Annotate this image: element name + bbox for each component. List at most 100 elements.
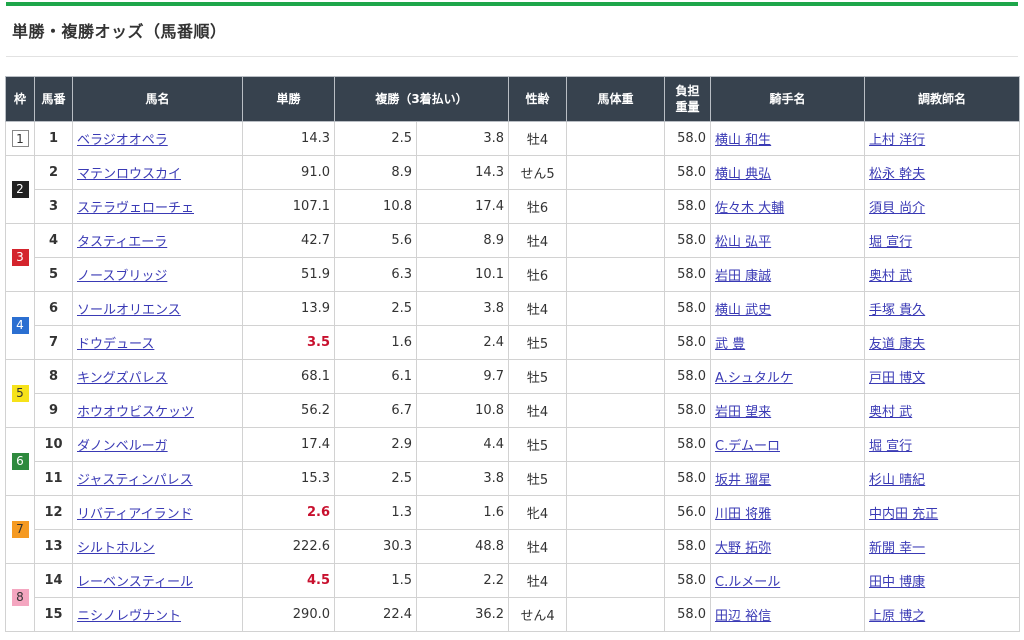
place-odds-low: 6.1 bbox=[391, 369, 412, 384]
sex-age-cell: 牝4 bbox=[508, 495, 568, 530]
horse-name-link[interactable]: リバティアイランド bbox=[77, 507, 193, 522]
place-odds-low-cell: 1.6- bbox=[334, 325, 417, 360]
win-odds-cell: 13.9 bbox=[242, 291, 335, 326]
trainer-link[interactable]: 堀 宣行 bbox=[869, 235, 912, 250]
body-weight-cell bbox=[566, 597, 666, 632]
horse-name-cell: ノースブリッジ bbox=[72, 257, 243, 292]
umaban-cell: 7 bbox=[34, 325, 73, 360]
place-odds-low-cell: 10.8- bbox=[334, 189, 417, 224]
jockey-link[interactable]: 大野 拓弥 bbox=[715, 541, 771, 556]
trainer-link[interactable]: 松永 幹夫 bbox=[869, 167, 925, 182]
body-weight-cell bbox=[566, 359, 666, 394]
horse-name-link[interactable]: シルトホルン bbox=[77, 541, 155, 556]
body-weight-cell bbox=[566, 291, 666, 326]
horse-name-link[interactable]: ジャスティンパレス bbox=[77, 473, 193, 488]
place-odds-high-cell: 4.4 bbox=[415, 427, 510, 462]
header-weight: 馬体重 bbox=[566, 76, 666, 122]
jockey-link[interactable]: 横山 和生 bbox=[715, 133, 771, 148]
sex-age-cell: 牡4 bbox=[508, 223, 568, 258]
table-row: 15 ニシノレヴナント 290.022.4-36.2せん4 58.0田辺 裕信 上原 博… bbox=[6, 597, 1021, 632]
trainer-link[interactable]: 杉山 晴紀 bbox=[869, 473, 925, 488]
trainer-cell: 松永 幹夫 bbox=[864, 155, 1021, 190]
jockey-link[interactable]: 松山 弘平 bbox=[715, 235, 771, 250]
horse-name-link[interactable]: キングズパレス bbox=[77, 371, 168, 386]
horse-name-link[interactable]: ダノンベルーガ bbox=[77, 439, 168, 454]
body-weight-cell bbox=[566, 257, 666, 292]
place-odds-high-cell: 9.7 bbox=[415, 359, 510, 394]
jockey-link[interactable]: C.ルメール bbox=[715, 575, 780, 590]
horse-name-link[interactable]: レーベンスティール bbox=[77, 575, 193, 590]
horse-name-link[interactable]: ニシノレヴナント bbox=[77, 609, 181, 624]
place-odds-low-cell: 2.5- bbox=[334, 121, 417, 156]
body-weight-cell bbox=[566, 155, 666, 190]
trainer-link[interactable]: 新開 幸一 bbox=[869, 541, 925, 556]
header-trainer: 調教師名 bbox=[864, 76, 1021, 122]
win-odds-cell: 91.0 bbox=[242, 155, 335, 190]
trainer-cell: 堀 宣行 bbox=[864, 427, 1021, 462]
horse-name-cell: ジャスティンパレス bbox=[72, 461, 243, 496]
trainer-link[interactable]: 上村 洋行 bbox=[869, 133, 925, 148]
header-win: 単勝 bbox=[242, 76, 335, 122]
trainer-link[interactable]: 友道 康夫 bbox=[869, 337, 925, 352]
horse-name-link[interactable]: マテンロウスカイ bbox=[77, 167, 181, 182]
body-weight-cell bbox=[566, 495, 666, 530]
horse-name-link[interactable]: ベラジオオペラ bbox=[77, 133, 168, 148]
jockey-link[interactable]: A.シュタルケ bbox=[715, 371, 793, 386]
table-row: 6 10 ダノンベルーガ 17.42.9-4.4牡5 58.0C.デムーロ 堀 宣行 bbox=[5, 427, 1021, 496]
trainer-link[interactable]: 戸田 博文 bbox=[869, 371, 925, 386]
jockey-link[interactable]: 岩田 望来 bbox=[715, 405, 771, 420]
umaban-cell: 15 bbox=[34, 597, 73, 632]
burden-weight-cell: 58.0 bbox=[664, 291, 712, 326]
umaban-cell: 3 bbox=[34, 189, 73, 224]
horse-name-link[interactable]: ノースブリッジ bbox=[77, 269, 167, 284]
horse-name-link[interactable]: ホウオウビスケッツ bbox=[77, 405, 194, 420]
header-horse: 馬名 bbox=[72, 76, 243, 122]
horse-name-link[interactable]: ドウデュース bbox=[77, 337, 154, 352]
sex-age-cell: 牡5 bbox=[508, 427, 568, 462]
jockey-cell: 川田 将雅 bbox=[710, 495, 866, 530]
trainer-link[interactable]: 上原 博之 bbox=[869, 609, 925, 624]
umaban-cell: 1 bbox=[34, 121, 73, 156]
horse-name-link[interactable]: ステラヴェローチェ bbox=[77, 201, 194, 216]
table-row: 9 ホウオウビスケッツ 56.26.7-10.8牡4 58.0岩田 望来 奥村 武 bbox=[6, 393, 1021, 428]
jockey-cell: 坂井 瑠星 bbox=[710, 461, 866, 496]
jockey-link[interactable]: 佐々木 大輔 bbox=[715, 201, 784, 216]
jockey-link[interactable]: C.デムーロ bbox=[715, 439, 780, 454]
trainer-link[interactable]: 奥村 武 bbox=[869, 405, 912, 420]
place-odds-low: 2.5 bbox=[391, 471, 412, 486]
jockey-link[interactable]: 武 豊 bbox=[715, 337, 745, 352]
place-odds-low-cell: 22.4- bbox=[334, 597, 417, 632]
place-odds-high-cell: 3.8 bbox=[415, 461, 510, 496]
sex-age-cell: せん4 bbox=[508, 597, 568, 632]
horse-name-link[interactable]: タスティエーラ bbox=[77, 235, 167, 250]
trainer-link[interactable]: 奥村 武 bbox=[869, 269, 912, 284]
header-jockey: 騎手名 bbox=[710, 76, 866, 122]
jockey-link[interactable]: 横山 典弘 bbox=[715, 167, 771, 182]
waku-cell: 6 bbox=[5, 427, 35, 496]
jockey-link[interactable]: 岩田 康誠 bbox=[715, 269, 771, 284]
trainer-link[interactable]: 田中 博康 bbox=[869, 575, 925, 590]
horse-name-link[interactable]: ソールオリエンス bbox=[77, 303, 181, 318]
win-odds-cell: 290.0 bbox=[242, 597, 335, 632]
trainer-link[interactable]: 堀 宣行 bbox=[869, 439, 912, 454]
umaban-cell: 6 bbox=[34, 291, 73, 326]
horse-name-cell: ベラジオオペラ bbox=[72, 121, 243, 156]
trainer-link[interactable]: 須貝 尚介 bbox=[869, 201, 925, 216]
place-odds-low: 2.5 bbox=[391, 131, 412, 146]
umaban-cell: 12 bbox=[34, 495, 73, 530]
sex-age-cell: 牡4 bbox=[508, 563, 568, 598]
jockey-link[interactable]: 坂井 瑠星 bbox=[715, 473, 771, 488]
trainer-link[interactable]: 手塚 貴久 bbox=[869, 303, 925, 318]
trainer-link[interactable]: 中内田 充正 bbox=[869, 507, 938, 522]
trainer-cell: 田中 博康 bbox=[864, 563, 1021, 598]
win-odds-cell: 107.1 bbox=[242, 189, 335, 224]
jockey-link[interactable]: 川田 将雅 bbox=[715, 507, 771, 522]
jockey-link[interactable]: 田辺 裕信 bbox=[715, 609, 771, 624]
win-odds-cell: 222.6 bbox=[242, 529, 335, 564]
waku-badge: 6 bbox=[11, 453, 29, 470]
burden-weight-cell: 56.0 bbox=[664, 495, 712, 530]
place-odds-low-cell: 1.5- bbox=[334, 563, 417, 598]
jockey-link[interactable]: 横山 武史 bbox=[715, 303, 771, 318]
place-odds-high-cell: 48.8 bbox=[415, 529, 510, 564]
body-weight-cell bbox=[566, 529, 666, 564]
